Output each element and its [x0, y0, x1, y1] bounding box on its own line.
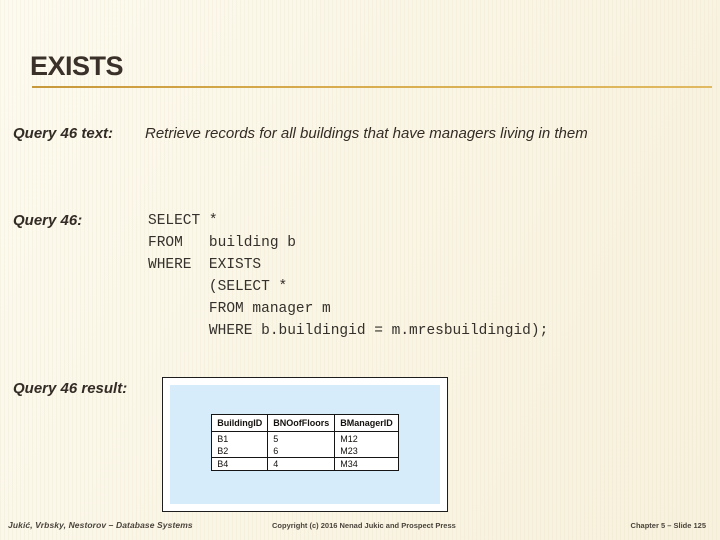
column-header-bnooffloors: BNOofFloors — [267, 414, 336, 432]
query-text-value: Retrieve records for all buildings that … — [145, 125, 588, 142]
cell-bmanagerid: M23 — [334, 445, 399, 458]
query-code-label: Query 46: — [13, 212, 83, 229]
table-row: B1 5 M12 — [211, 431, 399, 445]
cell-bmanagerid: M12 — [334, 431, 399, 445]
footer-attribution: Jukić, Vrbsky, Nestorov – Database Syste… — [8, 520, 193, 530]
cell-bnooffloors: 5 — [267, 431, 336, 445]
cell-bnooffloors: 6 — [267, 445, 336, 458]
query-result-image-inner: BuildingID BNOofFloors BManagerID B1 5 M… — [170, 385, 440, 504]
cell-bmanagerid: M34 — [334, 457, 399, 471]
footer-slide-number: Chapter 5 – Slide 125 — [630, 521, 706, 530]
cell-buildingid: B4 — [211, 457, 269, 471]
slide-footer: Jukić, Vrbsky, Nestorov – Database Syste… — [0, 518, 720, 540]
table-row: B4 4 M34 — [211, 457, 399, 471]
query-result-image: BuildingID BNOofFloors BManagerID B1 5 M… — [162, 377, 448, 512]
column-header-buildingid: BuildingID — [211, 414, 269, 432]
query-code-row: Query 46: SELECT * FROM building b WHERE… — [13, 210, 710, 342]
query-result-label: Query 46 result: — [13, 380, 128, 397]
query-result-row: Query 46 result: — [13, 378, 160, 399]
cell-buildingid: B2 — [211, 445, 269, 458]
query-result-table: BuildingID BNOofFloors BManagerID B1 5 M… — [211, 414, 399, 471]
page-title: EXISTS — [30, 51, 124, 81]
table-row: B2 6 M23 — [211, 445, 399, 458]
slide-canvas: EXISTS Query 46 text: Retrieve records f… — [0, 0, 720, 540]
column-header-bmanagerid: BManagerID — [334, 414, 399, 432]
table-header-row: BuildingID BNOofFloors BManagerID — [211, 414, 399, 432]
cell-buildingid: B1 — [211, 431, 269, 445]
footer-copyright: Copyright (c) 2016 Nenad Jukic and Prosp… — [272, 521, 456, 530]
title-block: EXISTS — [30, 50, 712, 92]
sql-code-block: SELECT * FROM building b WHERE EXISTS (S… — [148, 213, 549, 339]
query-text-label: Query 46 text: — [13, 125, 114, 142]
title-underline-rule — [32, 86, 712, 88]
query-text-row: Query 46 text: Retrieve records for all … — [13, 123, 700, 144]
cell-bnooffloors: 4 — [267, 457, 336, 471]
